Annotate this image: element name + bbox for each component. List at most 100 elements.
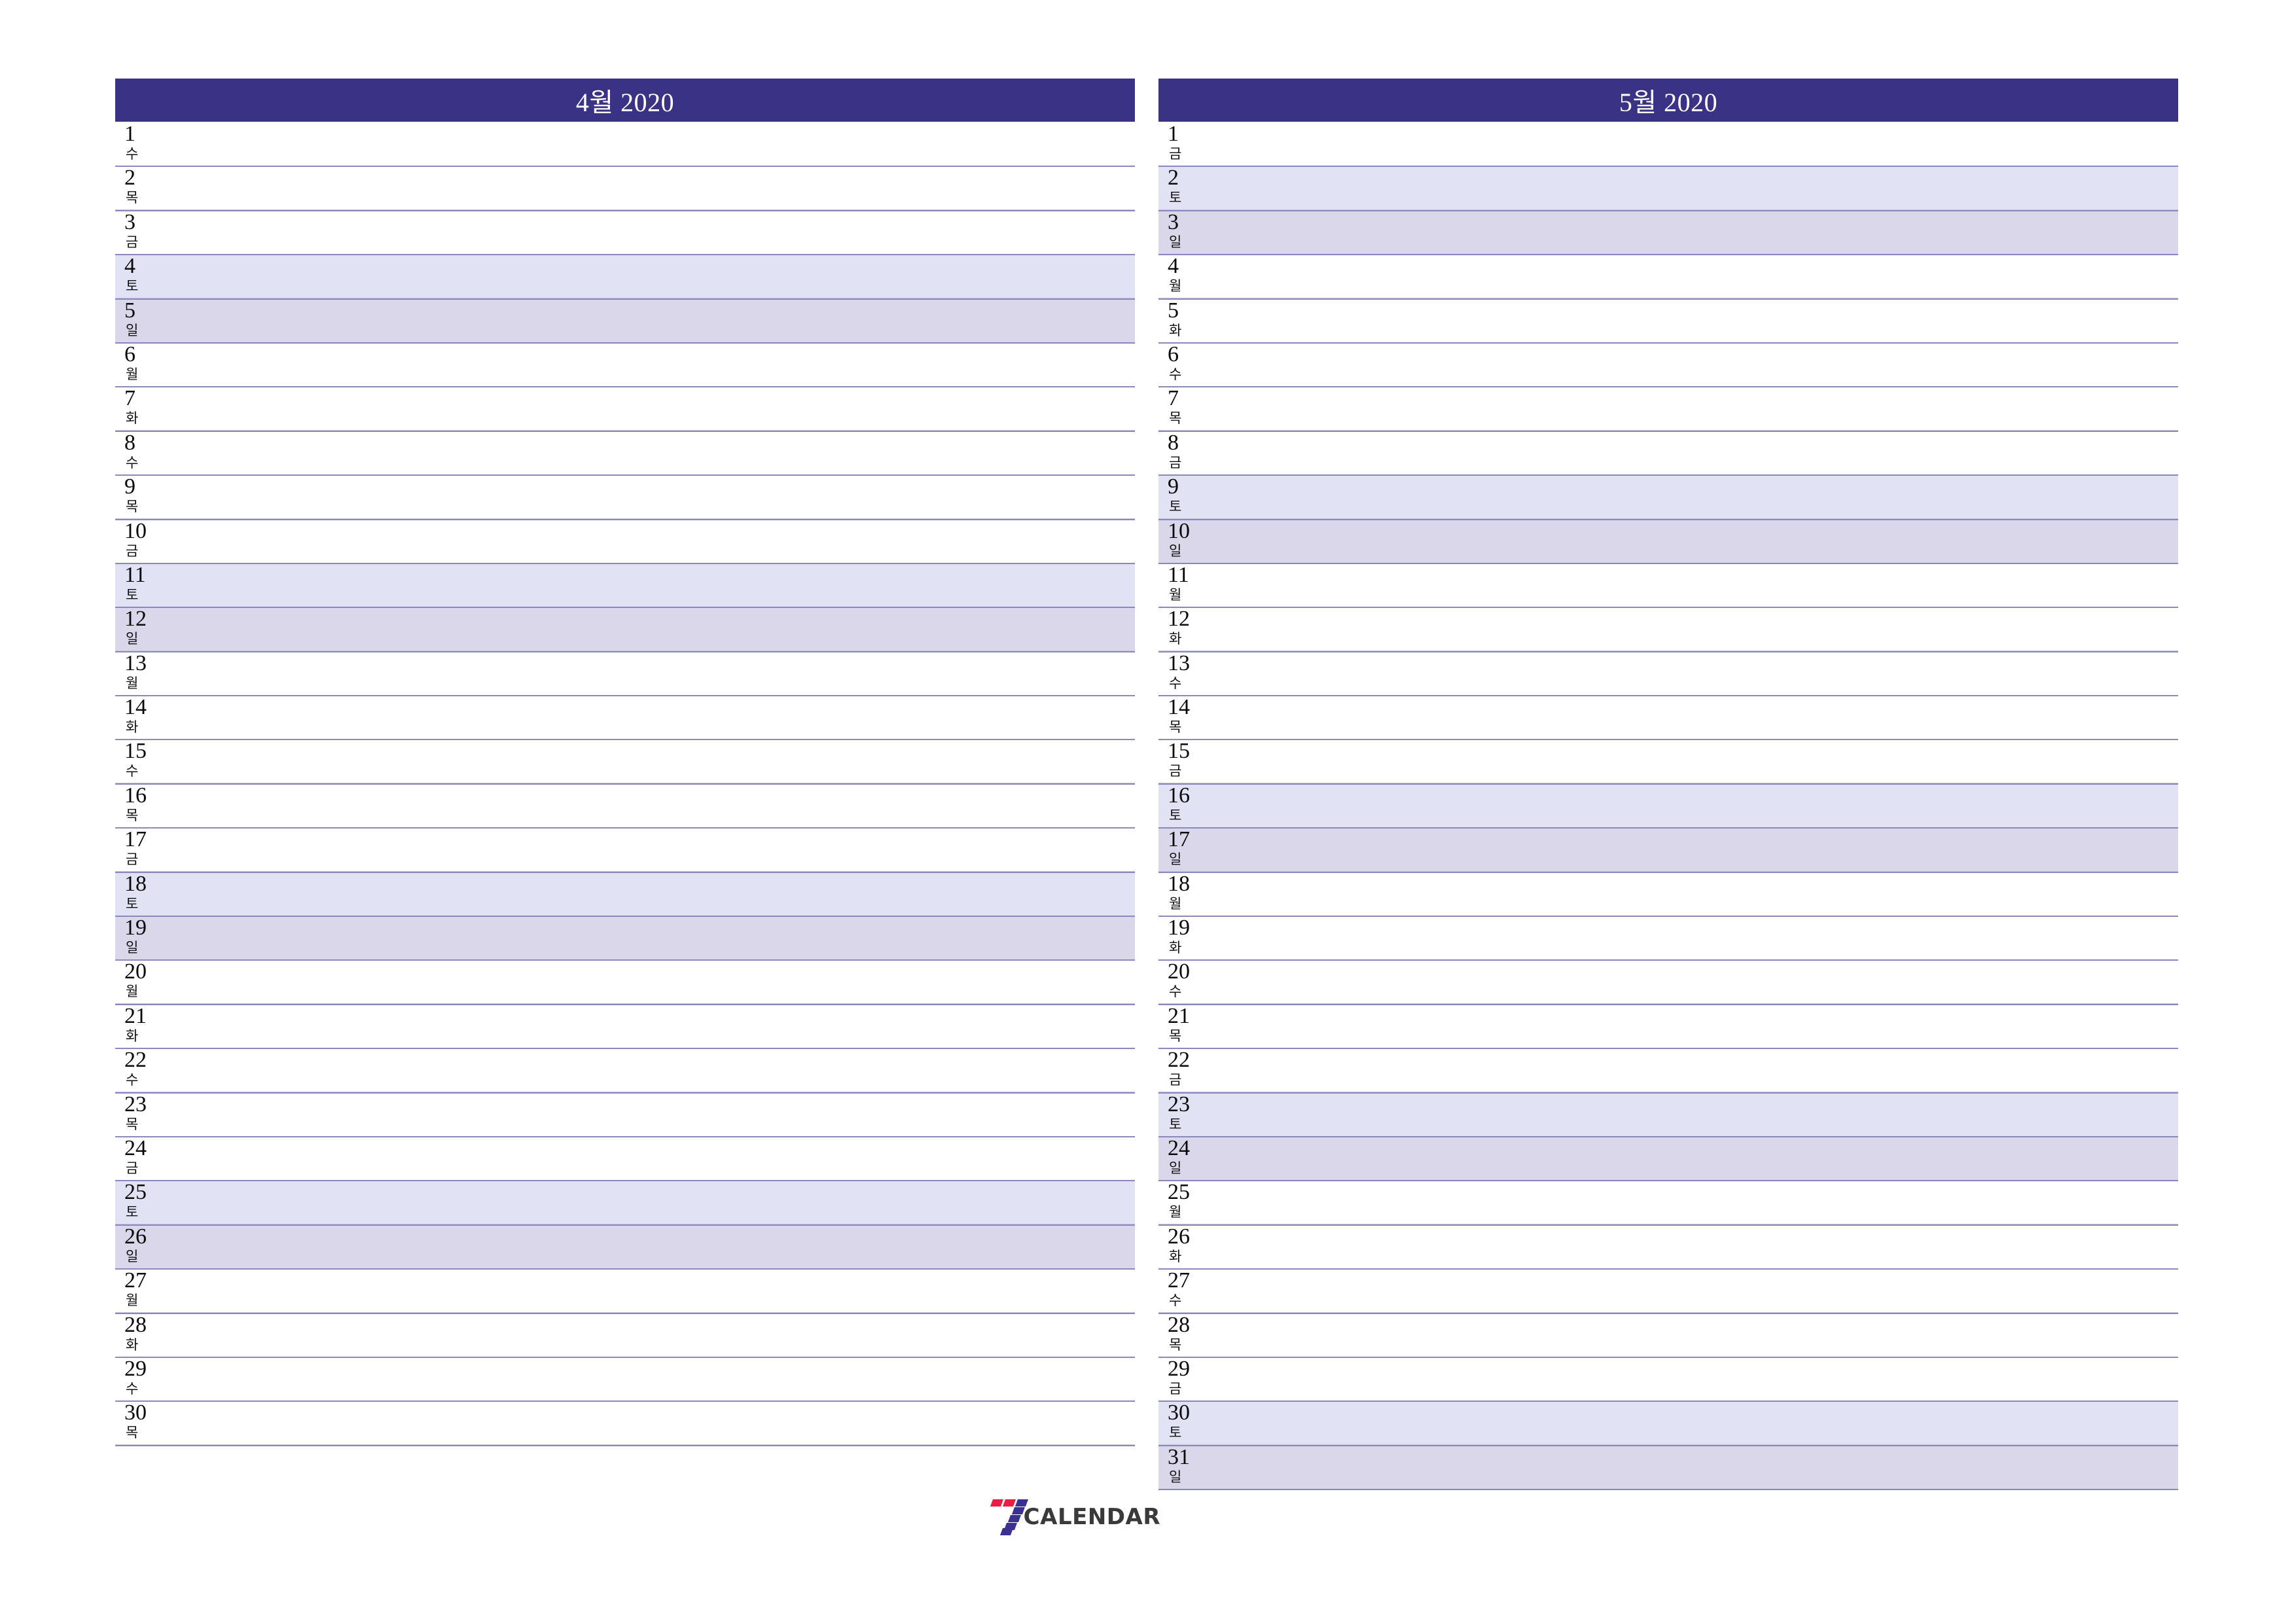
day-weekday: 목 bbox=[1169, 719, 1182, 736]
day-row[interactable]: 27 수 bbox=[1158, 1270, 2178, 1314]
day-row[interactable]: 24 일 bbox=[1158, 1137, 2178, 1182]
day-row[interactable]: 26 일 bbox=[115, 1225, 1135, 1270]
day-row[interactable]: 4토 bbox=[115, 255, 1135, 300]
day-row[interactable]: 27 월 bbox=[115, 1270, 1135, 1314]
day-weekday: 금 bbox=[1169, 763, 1182, 779]
day-row[interactable]: 20 월 bbox=[115, 961, 1135, 1005]
day-row[interactable]: 22 수 bbox=[115, 1049, 1135, 1094]
day-row[interactable]: 9목 bbox=[115, 476, 1135, 520]
day-number: 4 bbox=[124, 255, 135, 279]
month-title-right: 5월 2020 bbox=[1158, 79, 2178, 122]
day-weekday: 수 bbox=[126, 146, 139, 162]
day-row[interactable]: 25 토 bbox=[115, 1181, 1135, 1226]
day-row[interactable]: 12 일 bbox=[115, 608, 1135, 652]
day-writing-rule bbox=[115, 385, 1135, 387]
day-number: 6 bbox=[1168, 343, 1179, 366]
day-row[interactable]: 9토 bbox=[1158, 476, 2178, 520]
month-panel-right: 5월 2020 1 금 2 토 3 일 4 월 5 화 6 수 7 목 8 금 9 토 10 일 11 월 12 화 13 수 14… bbox=[1158, 79, 2178, 1491]
day-row[interactable]: 16 토 bbox=[1158, 784, 2178, 829]
day-weekday: 월 bbox=[1169, 895, 1182, 912]
day-weekday: 화 bbox=[126, 410, 139, 427]
day-writing-rule bbox=[115, 871, 1135, 872]
day-row[interactable]: 3금 bbox=[115, 211, 1135, 256]
day-row[interactable]: 25 월 bbox=[1158, 1181, 2178, 1226]
day-row[interactable]: 6월 bbox=[115, 343, 1135, 388]
day-writing-rule bbox=[115, 253, 1135, 255]
day-row[interactable]: 13 수 bbox=[1158, 652, 2178, 697]
day-weekday: 수 bbox=[1169, 675, 1182, 691]
day-weekday: 금 bbox=[1169, 146, 1182, 162]
day-row[interactable]: 16 목 bbox=[115, 784, 1135, 829]
day-number: 10 bbox=[1168, 520, 1190, 543]
day-row[interactable]: 12 화 bbox=[1158, 608, 2178, 652]
day-writing-rule bbox=[1158, 871, 2178, 872]
day-writing-rule bbox=[115, 1179, 1135, 1181]
day-row[interactable]: 2토 bbox=[1158, 167, 2178, 211]
day-row[interactable]: 8금 bbox=[1158, 431, 2178, 476]
day-row[interactable]: 18 토 bbox=[115, 872, 1135, 918]
day-row[interactable]: 1수 bbox=[115, 123, 1135, 168]
day-row[interactable]: 7목 bbox=[1158, 387, 2178, 432]
day-weekday: 화 bbox=[1169, 940, 1182, 956]
day-row[interactable]: 8수 bbox=[115, 431, 1135, 476]
day-number: 12 bbox=[124, 608, 147, 632]
day-row[interactable]: 3일 bbox=[1158, 211, 2178, 256]
day-number: 19 bbox=[1168, 917, 1190, 940]
day-row[interactable]: 14 목 bbox=[1158, 696, 2178, 741]
day-row[interactable]: 19 화 bbox=[1158, 917, 2178, 961]
day-weekday: 수 bbox=[126, 1072, 139, 1088]
day-row[interactable]: 23 목 bbox=[115, 1093, 1135, 1137]
day-row[interactable]: 10 일 bbox=[1158, 520, 2178, 564]
day-row[interactable]: 23 토 bbox=[1158, 1093, 2178, 1137]
day-row[interactable]: 11 월 bbox=[1158, 563, 2178, 609]
day-row[interactable]: 21 화 bbox=[115, 1005, 1135, 1050]
day-weekday: 토 bbox=[1169, 1425, 1182, 1441]
day-row[interactable]: 30 토 bbox=[1158, 1402, 2178, 1446]
day-row[interactable]: 5화 bbox=[1158, 299, 2178, 344]
day-weekday: 금 bbox=[126, 1160, 139, 1176]
day-weekday: 수 bbox=[126, 454, 139, 471]
day-row[interactable]: 28 목 bbox=[1158, 1313, 2178, 1358]
day-weekday: 금 bbox=[1169, 454, 1182, 471]
day-row[interactable]: 17 일 bbox=[1158, 829, 2178, 873]
day-row[interactable]: 19 일 bbox=[115, 917, 1135, 961]
day-row[interactable]: 29 수 bbox=[115, 1357, 1135, 1402]
day-row[interactable]: 15 수 bbox=[115, 740, 1135, 785]
day-row[interactable]: 5일 bbox=[115, 299, 1135, 344]
day-row[interactable]: 28 화 bbox=[115, 1313, 1135, 1358]
day-row[interactable]: 30 목 bbox=[115, 1402, 1135, 1446]
day-row[interactable]: 26 화 bbox=[1158, 1225, 2178, 1270]
day-row[interactable]: 29 금 bbox=[1158, 1357, 2178, 1402]
day-weekday: 일 bbox=[1169, 234, 1182, 250]
day-row[interactable]: 20 수 bbox=[1158, 961, 2178, 1005]
day-row[interactable]: 2목 bbox=[115, 167, 1135, 211]
day-row[interactable]: 17 금 bbox=[115, 829, 1135, 873]
day-row[interactable]: 10 금 bbox=[115, 520, 1135, 564]
day-weekday: 목 bbox=[1169, 1336, 1182, 1353]
day-row[interactable]: 22 금 bbox=[1158, 1049, 2178, 1094]
day-row[interactable]: 15 금 bbox=[1158, 740, 2178, 785]
day-weekday: 토 bbox=[126, 1204, 139, 1221]
day-row[interactable]: 21 목 bbox=[1158, 1005, 2178, 1050]
day-row[interactable]: 31 일 bbox=[1158, 1446, 2178, 1491]
day-row[interactable]: 14 화 bbox=[115, 696, 1135, 741]
day-writing-rule bbox=[1158, 342, 2178, 343]
day-row[interactable]: 11 토 bbox=[115, 563, 1135, 609]
day-row[interactable]: 7화 bbox=[115, 387, 1135, 432]
day-number: 21 bbox=[124, 1005, 147, 1028]
day-writing-rule bbox=[1158, 385, 2178, 387]
day-number: 23 bbox=[1168, 1093, 1190, 1116]
day-row[interactable]: 13 월 bbox=[115, 652, 1135, 697]
day-number: 13 bbox=[1168, 652, 1190, 675]
day-number: 26 bbox=[124, 1225, 147, 1249]
day-row[interactable]: 6수 bbox=[1158, 343, 2178, 388]
day-row[interactable]: 1금 bbox=[1158, 123, 2178, 168]
day-row[interactable]: 24 금 bbox=[115, 1137, 1135, 1182]
day-row[interactable]: 4월 bbox=[1158, 255, 2178, 300]
day-weekday: 수 bbox=[1169, 366, 1182, 382]
day-writing-rule bbox=[115, 1444, 1135, 1445]
day-weekday: 일 bbox=[1169, 543, 1182, 559]
day-row[interactable]: 18 월 bbox=[1158, 872, 2178, 918]
day-weekday: 토 bbox=[126, 278, 139, 294]
day-number: 30 bbox=[1168, 1402, 1190, 1425]
